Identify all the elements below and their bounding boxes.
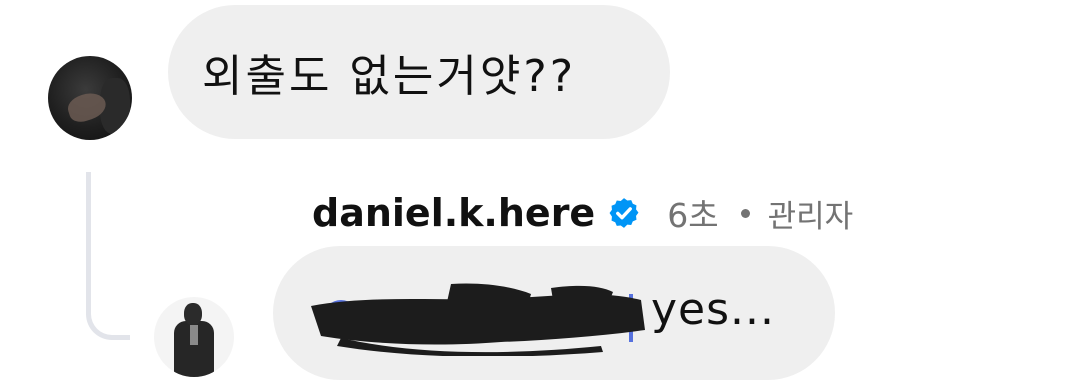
avatar-figure-shirt <box>190 325 198 345</box>
avatar-figure-head <box>184 303 202 325</box>
verified-badge-icon <box>609 198 639 228</box>
comment-thread: 외출도 없는거얏?? daniel.k.here 6초 관리자 yes... <box>0 0 1080 389</box>
redacted-mention <box>311 283 645 356</box>
comment-text: 외출도 없는거얏?? <box>202 51 577 102</box>
reply-bubble[interactable]: yes... <box>273 246 835 380</box>
separator-dot <box>740 208 750 218</box>
reply-avatar[interactable] <box>154 297 234 377</box>
commenter-avatar[interactable] <box>48 56 132 140</box>
reply-header: daniel.k.here 6초 관리자 <box>312 188 853 238</box>
reply-role-badge: 관리자 <box>767 198 854 235</box>
reply-text: yes... <box>651 284 775 335</box>
reply-thread-line <box>86 172 130 340</box>
reply-time: 6초 <box>667 196 719 235</box>
comment-bubble[interactable]: 외출도 없는거얏?? <box>168 5 670 139</box>
reply-username[interactable]: daniel.k.here <box>312 191 595 235</box>
